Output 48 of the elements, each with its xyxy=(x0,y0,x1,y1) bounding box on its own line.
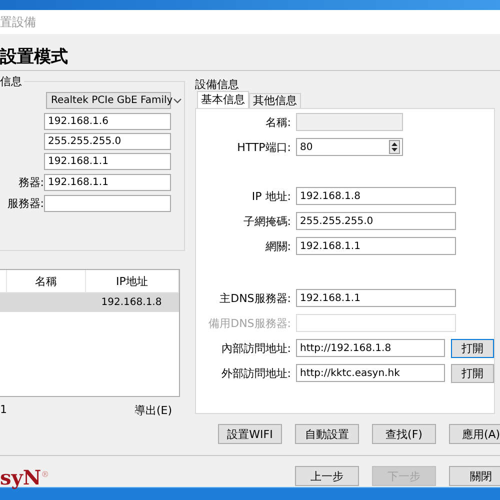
group-title: 信息 xyxy=(0,74,24,89)
input-field[interactable]: 192.168.1.1 xyxy=(296,289,456,307)
input-field[interactable]: 255.255.255.0 xyxy=(44,133,171,150)
spin-arrows-icon[interactable] xyxy=(389,140,400,154)
field-label: 子網掩碼: xyxy=(242,214,291,228)
chevron-down-icon xyxy=(172,98,182,104)
input-field[interactable]: 192.168.1.1 xyxy=(44,174,171,191)
device-count: 1 xyxy=(0,403,7,418)
port-spinner[interactable]: 80 xyxy=(296,138,403,156)
tab[interactable]: 基本信息 xyxy=(197,91,249,108)
input-field[interactable] xyxy=(296,314,456,332)
export-link[interactable]: 導出(E) xyxy=(134,403,172,418)
input-field[interactable]: 192.168.1.6 xyxy=(44,113,171,130)
logo: syN$^{®}$ xyxy=(0,464,50,492)
url-field[interactable]: http://192.168.1.8 xyxy=(296,339,446,357)
open-button[interactable]: 打開 xyxy=(451,364,494,382)
field-label: 外部訪問地址: xyxy=(220,366,291,380)
url-field[interactable]: http://kktc.easyn.hk xyxy=(296,364,446,382)
input-field[interactable] xyxy=(296,113,403,131)
field-label: 主DNS服務器: xyxy=(218,290,291,306)
field-label: 備用DNS服務器: xyxy=(208,316,291,330)
action-button[interactable]: 應用(A) xyxy=(449,424,500,444)
input-field[interactable]: 255.255.255.0 xyxy=(296,212,456,230)
input-field[interactable]: 192.168.1.1 xyxy=(296,237,456,255)
input-field[interactable] xyxy=(44,195,171,212)
page-heading: 設置模式 xyxy=(0,46,69,69)
action-button[interactable]: 查找(F) xyxy=(372,424,436,444)
action-button[interactable]: 設置WIFI xyxy=(218,424,282,444)
window-title: 置設備 xyxy=(0,14,36,30)
field-label: IP 地址: xyxy=(250,188,291,204)
input-field[interactable]: 192.168.1.1 xyxy=(44,153,171,170)
input-field[interactable]: 192.168.1.8 xyxy=(296,187,456,205)
field-label: 務器: xyxy=(17,175,44,190)
group-title: 設備信息 xyxy=(195,79,240,92)
nav-button[interactable]: 上一步 xyxy=(295,466,359,486)
field-label: 服務器: xyxy=(6,196,44,211)
field-label: 網關: xyxy=(264,238,291,254)
nav-button[interactable]: 關閉 xyxy=(449,466,500,486)
field-label: HTTP端口: xyxy=(236,140,291,154)
column-header[interactable]: 名稱 xyxy=(7,270,86,292)
table-row[interactable]: 192.168.1.8 xyxy=(0,293,179,312)
field-label: 內部訪問地址: xyxy=(220,340,291,356)
table-cell: 192.168.1.8 xyxy=(101,297,162,308)
action-button[interactable]: 自動設置 xyxy=(295,424,359,444)
column-header[interactable]: IP地址 xyxy=(86,270,179,292)
tab[interactable]: 其他信息 xyxy=(249,93,301,108)
open-button[interactable]: 打開 xyxy=(451,338,494,358)
field-label: 名稱: xyxy=(264,114,291,130)
